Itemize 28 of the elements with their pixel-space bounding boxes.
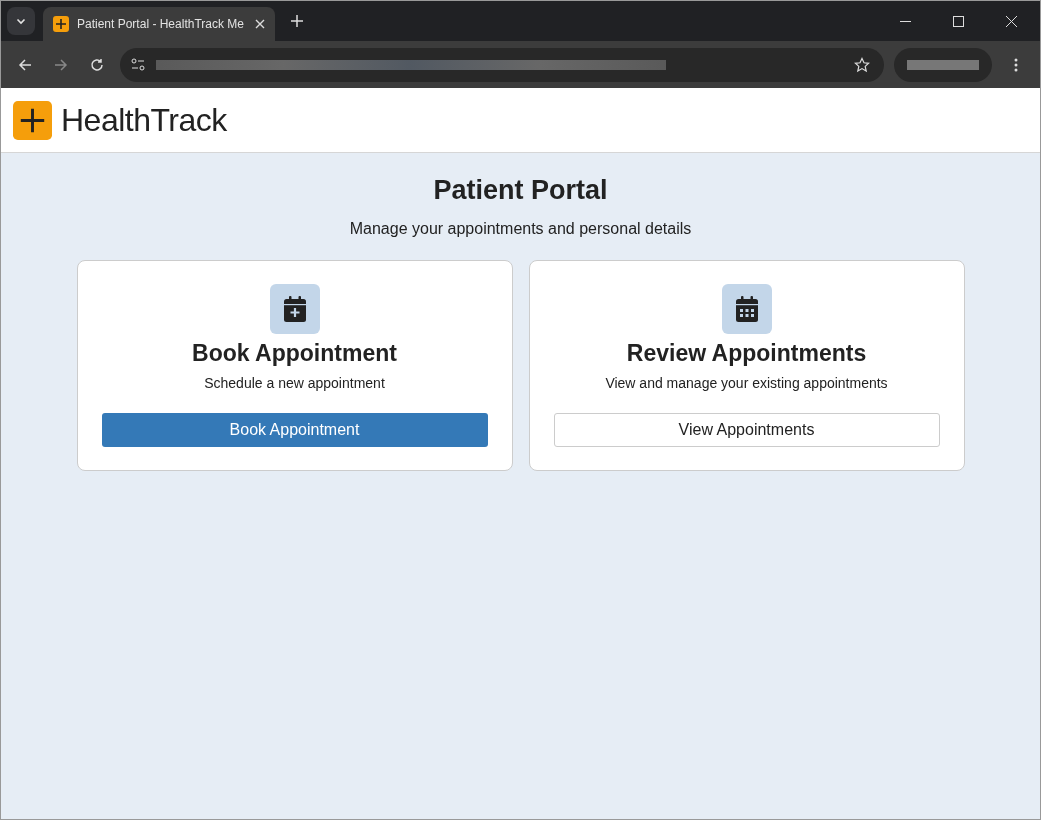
star-icon[interactable] [854,56,870,73]
book-appointment-button[interactable]: Book Appointment [101,413,488,447]
plus-logo-icon [53,16,69,32]
calendar-plus-icon [283,296,306,322]
blurred-profile [907,59,979,70]
page-title: Patient Portal [433,175,608,206]
close-icon[interactable] [255,19,265,29]
card-description: Schedule a new appointment [204,375,385,391]
page-subtitle: Manage your appointments and personal details [349,220,692,238]
brand-name: HealthTrack [61,101,227,139]
card-description: View and manage your existing appointments [605,375,888,391]
menu-icon[interactable] [1014,57,1018,72]
tab-list-button[interactable] [7,7,35,35]
close-icon[interactable] [1006,15,1017,27]
new-tab-icon[interactable] [291,15,303,27]
tab-title: Patient Portal - HealthTrack Me [77,17,245,31]
plus-logo-icon [13,100,52,140]
forward-arrow-icon[interactable] [54,57,68,72]
back-arrow-icon[interactable] [18,57,32,72]
card-title: Book Appointment [192,340,397,367]
site-settings-icon[interactable] [130,56,146,73]
reload-icon[interactable] [90,57,104,72]
maximize-icon[interactable] [953,15,964,27]
calendar-icon [735,296,758,322]
profile-button[interactable] [894,47,992,82]
card-title: Review Appointments [626,340,867,367]
browser-tab[interactable]: Patient Portal - HealthTrack Me [43,7,275,41]
view-appointments-button[interactable]: View Appointments [553,413,940,447]
